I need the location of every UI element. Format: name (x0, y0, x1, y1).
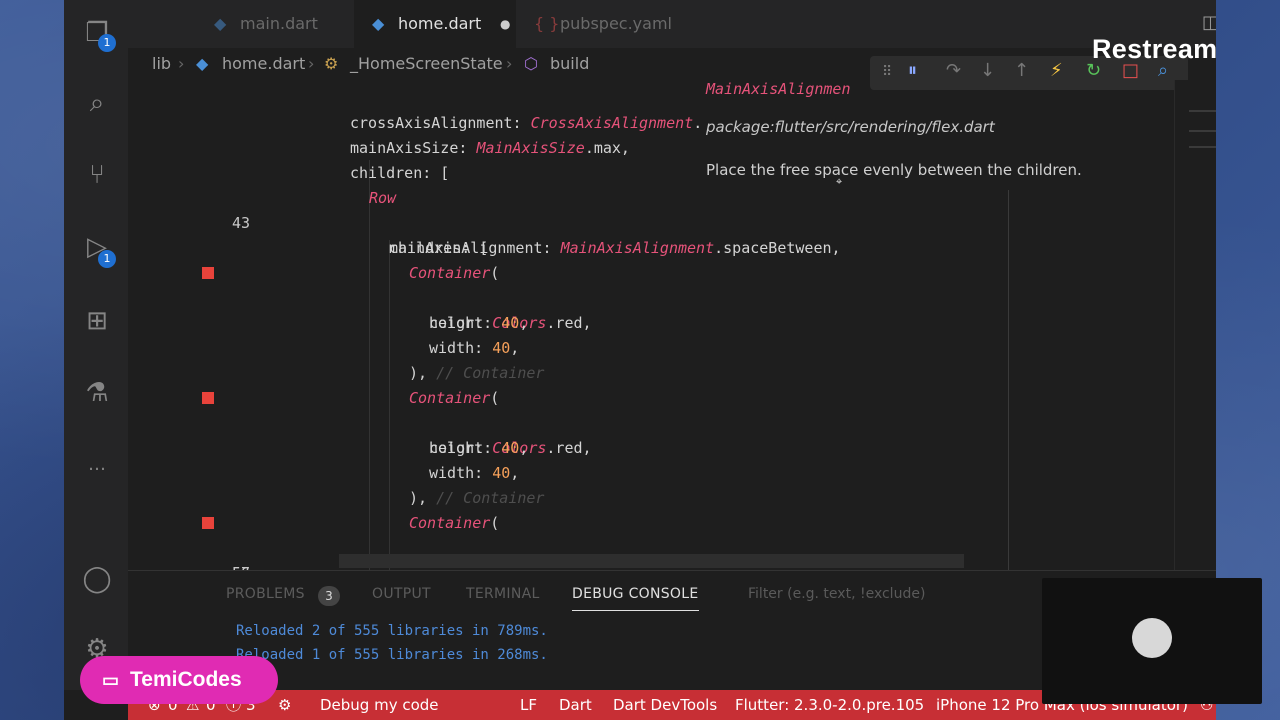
code-line: ), // Container (409, 364, 545, 382)
more-icon[interactable]: … (80, 448, 114, 482)
debug-config[interactable]: Debug my code (320, 690, 439, 720)
unsaved-dot-icon[interactable]: ● (500, 0, 510, 48)
account-icon[interactable]: ◯ (80, 562, 114, 596)
language-mode[interactable]: Dart (559, 690, 592, 720)
extensions-icon[interactable]: ⊞ (80, 304, 114, 338)
ruler-line (1008, 190, 1009, 570)
horizontal-scrollbar[interactable] (339, 554, 964, 568)
tab-home-dart[interactable]: ◆ home.dart ● (354, 0, 516, 48)
monitor-icon: ▭ (102, 670, 120, 690)
tab-label: pubspec.yaml (560, 14, 672, 33)
console-log-line: Reloaded 2 of 555 libraries in 789ms. (236, 623, 548, 639)
tab-terminal[interactable]: TERMINAL (466, 586, 540, 602)
code-line: color: Colors.red, (128, 386, 1128, 457)
split-editor-icon[interactable]: ◫ (1202, 12, 1216, 33)
explorer-badge: 1 (98, 34, 116, 52)
tab-problems[interactable]: PROBLEMS (226, 586, 305, 602)
tab-label: main.dart (240, 14, 318, 33)
breakpoint-marker[interactable] (202, 517, 214, 529)
restream-watermark: Restream (1092, 34, 1218, 64)
webcam-overlay (1042, 578, 1262, 704)
code-line: height: 40, (429, 439, 529, 457)
console-log-line: Reloaded 1 of 555 libraries in 268ms. (236, 647, 548, 663)
breadcrumb-item-file[interactable]: home.dart (222, 48, 305, 80)
dart-icon: ◆ (196, 54, 209, 73)
dart-devtools-link[interactable]: Dart DevTools (613, 690, 717, 720)
breakpoint-marker[interactable] (202, 267, 214, 279)
testing-icon[interactable]: ⚗ (80, 376, 114, 410)
flutter-version[interactable]: Flutter: 2.3.0-2.0.pre.105 (735, 690, 924, 720)
code-line: ), // Container (409, 489, 545, 507)
class-symbol-icon: ⚙ (324, 54, 339, 73)
step-out-icon[interactable]: ↑ (1014, 60, 1029, 81)
line-ending[interactable]: LF (520, 690, 537, 720)
drag-handle-icon[interactable]: ⠿ (882, 64, 892, 80)
breadcrumb-item-method[interactable]: build (550, 48, 589, 80)
pause-icon[interactable]: ⏸ (908, 60, 917, 81)
filter-input[interactable]: Filter (e.g. text, !exclude) (748, 586, 925, 602)
hover-signature: MainAxisAlignmen (706, 80, 851, 98)
dart-icon: ◆ (372, 14, 385, 33)
braces-icon: { } (534, 14, 560, 33)
code-line: 56 color: Colors.red, (128, 511, 1128, 607)
code-line: color: Colors.red, (128, 261, 1128, 332)
chevron-right-icon: › (308, 54, 315, 73)
tab-debug-console[interactable]: DEBUG CONSOLE (572, 586, 699, 611)
run-badge: 1 (98, 250, 116, 268)
code-line: height: 40, (429, 314, 529, 332)
hover-package: package:flutter/src/rendering/flex.dart (706, 118, 995, 136)
breadcrumb-item-class[interactable]: _HomeScreenState (350, 48, 503, 80)
code-line: Container( (409, 389, 500, 407)
code-line: Container( (409, 264, 500, 282)
search-icon[interactable]: ⌕ (80, 86, 114, 120)
tab-main-dart[interactable]: ◆ main.dart (196, 0, 354, 48)
chevron-right-icon: › (506, 54, 513, 73)
chevron-right-icon: › (178, 54, 185, 73)
minimap[interactable] (1174, 80, 1216, 570)
step-into-icon[interactable]: ↓ (980, 60, 995, 81)
tab-label: home.dart (398, 14, 482, 33)
breakpoint-marker[interactable] (202, 392, 214, 404)
channel-name: TemiCodes (130, 668, 242, 691)
step-over-icon[interactable]: ↷ (946, 60, 961, 81)
code-line: width: 40, (429, 339, 520, 357)
activity-bar: ❐ 1 ⌕ ⑂ ▷ 1 ⊞ ⚗ … ◯ ⚙ (64, 0, 128, 690)
tab-pubspec-yaml[interactable]: { } pubspec.yaml (516, 0, 716, 48)
editor-tab-bar: ◆ main.dart ◆ home.dart ● { } pubspec.ya… (128, 0, 1216, 48)
tab-output[interactable]: OUTPUT (372, 586, 431, 602)
problems-count-badge: 3 (318, 586, 340, 606)
method-symbol-icon: ⬡ (524, 54, 538, 73)
hover-doc: Place the free space evenly between the … (706, 161, 1082, 179)
debug-icon[interactable]: ⚙ (278, 690, 291, 720)
hot-reload-icon[interactable]: ⚡ (1050, 60, 1063, 81)
code-line: width: 40, (429, 464, 520, 482)
breadcrumb-item-lib[interactable]: lib (152, 48, 171, 80)
dart-icon: ◆ (214, 14, 227, 33)
mouse-pointer-icon: ⌖ (836, 175, 843, 188)
code-line: Container( (409, 514, 500, 532)
code-line: children: [ (389, 239, 489, 257)
avatar (1132, 618, 1172, 658)
source-control-icon[interactable]: ⑂ (80, 158, 114, 192)
channel-badge: ▭ TemiCodes (80, 656, 278, 704)
